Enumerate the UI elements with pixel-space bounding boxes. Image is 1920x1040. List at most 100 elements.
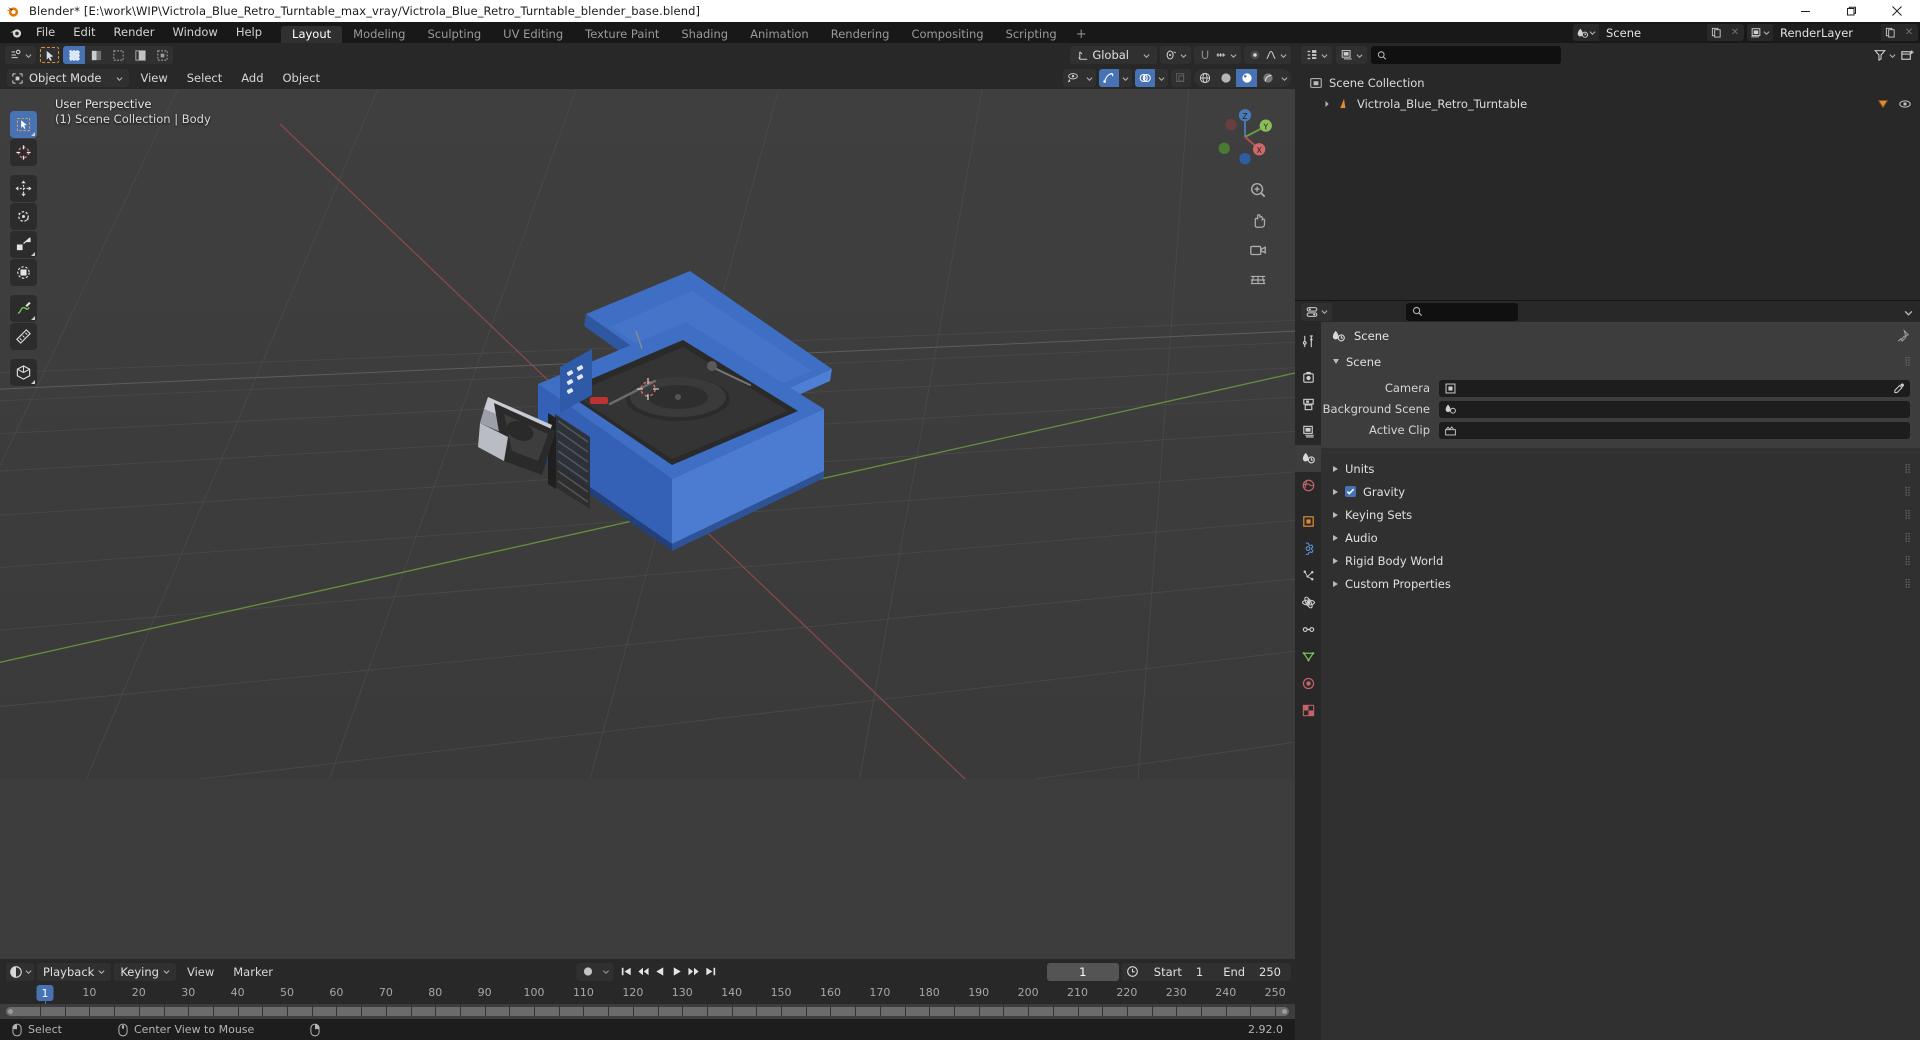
new-scene-button[interactable] — [1707, 24, 1726, 41]
cursor-select-mode-button[interactable] — [39, 46, 60, 64]
drag-handle-icon[interactable]: ⣿ — [1904, 556, 1912, 566]
tab-shading[interactable]: Shading — [670, 26, 739, 43]
transform-orientation-selector[interactable]: Global — [1070, 46, 1157, 64]
jump-start-button[interactable] — [617, 963, 634, 981]
properties-search-input[interactable] — [1406, 302, 1518, 321]
outliner-row-scene-collection[interactable]: Scene Collection — [1295, 72, 1920, 93]
tab-sculpting[interactable]: Sculpting — [416, 26, 492, 43]
tab-uv-editing[interactable]: UV Editing — [492, 26, 574, 43]
object-tab[interactable] — [1295, 508, 1321, 535]
current-frame-field[interactable]: 1 — [1046, 962, 1119, 981]
gizmo-chevron-icon[interactable] — [1119, 69, 1132, 87]
pin-icon[interactable] — [1896, 329, 1910, 343]
interaction-mode-selector[interactable]: Object Mode — [7, 69, 130, 87]
ortho-persp-nav-icon[interactable] — [1247, 269, 1269, 291]
use-preview-range-icon[interactable] — [1122, 965, 1144, 978]
outliner-editor-type-button[interactable] — [1301, 46, 1332, 64]
tweak-select-tool[interactable] — [10, 111, 37, 138]
scene-selector[interactable]: Scene ✕ — [1573, 24, 1744, 41]
camera-nav-icon[interactable] — [1247, 239, 1269, 261]
new-collection-button[interactable] — [1900, 48, 1915, 63]
viewport-menu-view[interactable]: View — [132, 67, 175, 89]
prev-keyframe-button[interactable] — [634, 963, 651, 981]
modifier-tab[interactable] — [1295, 535, 1321, 562]
particles-tab[interactable] — [1295, 562, 1321, 589]
eyedropper-icon[interactable] — [1892, 382, 1905, 395]
tab-compositing[interactable]: Compositing — [900, 26, 994, 43]
outliner-search-field[interactable] — [1392, 48, 1555, 62]
move-tool[interactable] — [10, 175, 37, 202]
new-viewlayer-button[interactable] — [1881, 24, 1900, 41]
texture-tab[interactable] — [1295, 697, 1321, 724]
editor-type-selector[interactable] — [5, 46, 36, 64]
drag-handle-icon[interactable]: ⣿ — [1904, 579, 1912, 589]
scene-name-field[interactable]: Scene — [1599, 24, 1707, 41]
maximize-button[interactable] — [1828, 0, 1874, 22]
expand-triangle-icon[interactable] — [1323, 100, 1331, 108]
active-clip-field[interactable] — [1439, 421, 1910, 439]
xray-toggle-group[interactable] — [1171, 69, 1191, 87]
shading-chevron-icon[interactable] — [1278, 69, 1291, 87]
show-overlays-button[interactable] — [1135, 69, 1155, 87]
proportional-editing-group[interactable] — [1244, 46, 1291, 64]
audio-panel-header[interactable]: Audio ⣿ — [1321, 526, 1920, 549]
unlink-scene-button[interactable]: ✕ — [1726, 24, 1744, 41]
close-button[interactable] — [1874, 0, 1920, 22]
pan-nav-icon[interactable] — [1247, 209, 1269, 231]
viewlayer-selector[interactable]: RenderLayer ✕ — [1747, 24, 1918, 41]
tab-texture-paint[interactable]: Texture Paint — [574, 26, 670, 43]
menu-window[interactable]: Window — [163, 22, 226, 43]
viewport-menu-add[interactable]: Add — [233, 67, 271, 89]
scale-tool[interactable] — [10, 231, 37, 258]
scene-panel-header[interactable]: Scene ⣿ — [1321, 350, 1920, 373]
camera-field[interactable] — [1439, 379, 1910, 397]
viewlayer-name-field[interactable]: RenderLayer — [1773, 24, 1881, 41]
outliner-search-input[interactable] — [1371, 46, 1561, 64]
tab-scripting[interactable]: Scripting — [995, 26, 1068, 43]
tab-animation[interactable]: Animation — [739, 26, 820, 43]
custom-properties-panel-header[interactable]: Custom Properties ⣿ — [1321, 572, 1920, 595]
outliner-display-mode-button[interactable] — [1336, 46, 1367, 64]
viewport-menu-select[interactable]: Select — [179, 67, 230, 89]
3d-viewport[interactable]: User Perspective (1) Scene Collection | … — [0, 89, 1295, 959]
remove-viewlayer-button[interactable]: ✕ — [1900, 24, 1918, 41]
hide-in-viewport-icon[interactable] — [1898, 97, 1912, 111]
select-intersect-button[interactable] — [129, 46, 151, 64]
outliner-row-object[interactable]: Victrola_Blue_Retro_Turntable — [1295, 93, 1920, 114]
visibility-selector[interactable] — [1063, 69, 1096, 87]
drag-handle-icon[interactable]: ⣿ — [1904, 464, 1912, 474]
tab-rendering[interactable]: Rendering — [820, 26, 901, 43]
outliner-tree[interactable]: Scene Collection Victrola_Blue_Retro_Tur… — [1295, 67, 1920, 300]
outliner-filter-button[interactable] — [1873, 48, 1896, 62]
turntable-3d-model[interactable] — [460, 199, 880, 599]
menu-render[interactable]: Render — [105, 22, 164, 43]
minimize-button[interactable] — [1782, 0, 1828, 22]
menu-help[interactable]: Help — [227, 22, 271, 43]
transform-tool[interactable] — [10, 259, 37, 286]
gravity-panel-header[interactable]: Gravity ⣿ — [1321, 480, 1920, 503]
world-tab[interactable] — [1295, 472, 1321, 499]
end-frame-field[interactable]: End 250 — [1213, 963, 1291, 981]
render-tab[interactable] — [1295, 364, 1321, 391]
start-frame-field[interactable]: Start 1 — [1144, 963, 1213, 981]
drag-handle-icon[interactable]: ⣿ — [1904, 510, 1912, 520]
auto-keying-group[interactable] — [576, 962, 613, 981]
viewport-menu-object[interactable]: Object — [275, 67, 328, 89]
visibility-chevron-icon[interactable] — [1083, 69, 1096, 87]
viewlayer-tab[interactable] — [1295, 418, 1321, 445]
solid-shading-button[interactable] — [1215, 69, 1236, 87]
pivot-point-selector[interactable] — [1160, 46, 1191, 64]
rigid-body-world-panel-header[interactable]: Rigid Body World ⣿ — [1321, 549, 1920, 572]
physics-tab[interactable] — [1295, 589, 1321, 616]
overlays-chevron-icon[interactable] — [1155, 69, 1168, 87]
jump-end-button[interactable] — [702, 963, 719, 981]
drag-handle-icon[interactable]: ⣿ — [1904, 533, 1912, 543]
play-reverse-button[interactable] — [651, 963, 668, 981]
tab-layout[interactable]: Layout — [281, 26, 343, 43]
timeline-track-area[interactable] — [0, 1004, 1295, 1019]
data-tab[interactable] — [1295, 643, 1321, 670]
select-extend-button[interactable] — [85, 46, 107, 64]
properties-editor-type-button[interactable] — [1301, 302, 1332, 321]
units-panel-header[interactable]: Units ⣿ — [1321, 457, 1920, 480]
scene-tab[interactable] — [1295, 445, 1321, 472]
